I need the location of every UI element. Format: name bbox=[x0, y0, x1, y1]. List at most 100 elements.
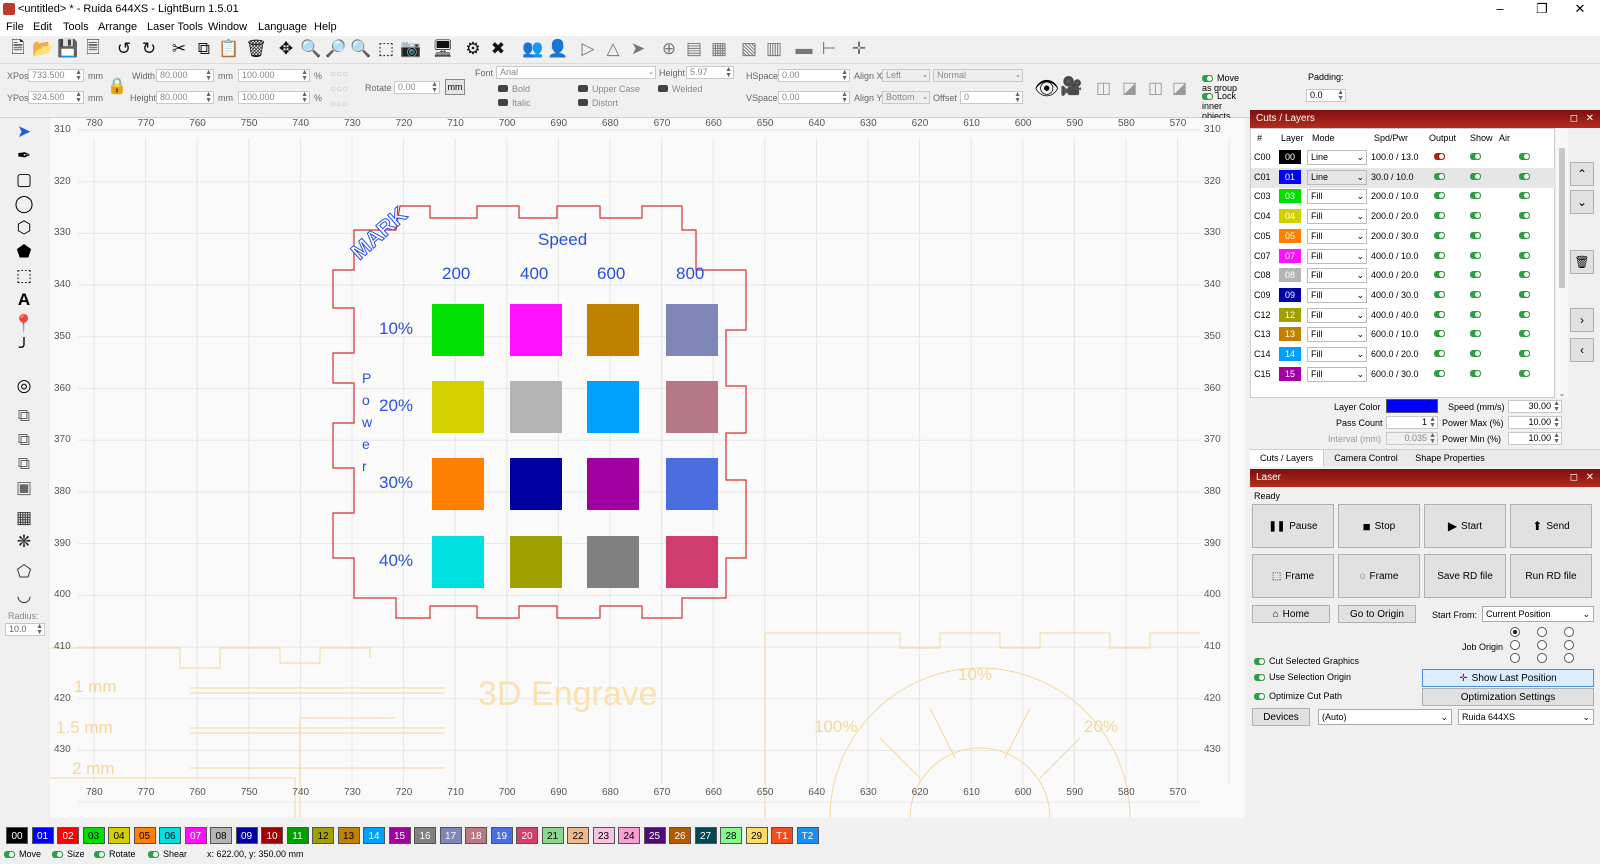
power-max-input[interactable]: 10.00 ▲ ▼ bbox=[1508, 416, 1562, 429]
layer-swatch-22[interactable]: 22 bbox=[567, 827, 589, 844]
design-canvas[interactable]: 780 770 760 750 740 730 720 710 700 690 680 670 660 6… bbox=[50, 118, 1245, 818]
power-min-input[interactable]: 10.00 ▲ ▼ bbox=[1508, 432, 1562, 445]
output-toggle[interactable] bbox=[1434, 330, 1445, 338]
padding-input[interactable]: 0.0 ▲ ▼ bbox=[1306, 89, 1346, 102]
cut-layer-row[interactable]: C15 15 Fill ⌄ 600.0 / 30.0 bbox=[1251, 365, 1556, 385]
zoom-out-icon[interactable]: 🔍 bbox=[350, 38, 372, 60]
layer-swatch-26[interactable]: 26 bbox=[669, 827, 691, 844]
frame-icon[interactable]: ⬚ bbox=[11, 264, 37, 288]
show-toggle[interactable] bbox=[1470, 231, 1481, 239]
monitor-icon[interactable]: 🖥 bbox=[432, 38, 454, 60]
stop-button[interactable]: ■ Stop bbox=[1338, 504, 1420, 548]
select-arrow-icon[interactable]: ➤ bbox=[11, 120, 37, 144]
show-toggle[interactable] bbox=[1470, 271, 1481, 279]
align-top-icon[interactable]: ▤ bbox=[683, 38, 705, 60]
layer-mode-select[interactable]: Fill ⌄ bbox=[1307, 327, 1367, 343]
test-square[interactable] bbox=[510, 304, 562, 356]
layer-swatch-21[interactable]: 21 bbox=[541, 827, 564, 844]
center-page-icon[interactable]: ✛ bbox=[848, 38, 870, 60]
tab-cuts-layers[interactable]: Cuts / Layers bbox=[1250, 450, 1324, 467]
font-select[interactable]: Arial ⌄ bbox=[496, 66, 656, 79]
node-edit-icon[interactable]: ⬠ bbox=[11, 560, 37, 584]
test-square[interactable] bbox=[432, 381, 484, 433]
settings-gear-icon[interactable]: ⚙ bbox=[462, 38, 484, 60]
show-toggle[interactable] bbox=[1470, 369, 1481, 377]
italic-checkbox[interactable]: Italic bbox=[498, 98, 531, 108]
test-square[interactable] bbox=[666, 536, 718, 588]
air-toggle[interactable] bbox=[1519, 153, 1530, 160]
show-toggle[interactable] bbox=[1470, 290, 1481, 298]
frame-rect-button[interactable]: ⬚ Frame bbox=[1252, 554, 1334, 598]
ellipse-icon[interactable]: ◯ bbox=[11, 192, 37, 216]
test-square[interactable] bbox=[587, 536, 639, 588]
radius-input[interactable]: 10.0 ▲ ▼ bbox=[5, 623, 45, 636]
text-icon[interactable]: A bbox=[11, 288, 37, 312]
optimize-cut-path-toggle[interactable]: Optimize Cut Path bbox=[1254, 691, 1342, 701]
import-icon[interactable]: 🗏 bbox=[82, 38, 104, 60]
air-toggle[interactable] bbox=[1519, 212, 1530, 220]
layer-swatch-T1[interactable]: T1 bbox=[771, 827, 793, 844]
move-as-group-toggle[interactable]: Move as group bbox=[1202, 73, 1250, 93]
output-toggle[interactable] bbox=[1434, 172, 1445, 180]
offset-icon[interactable]: ◎ bbox=[11, 374, 37, 398]
interval-input[interactable]: 0.035 ▲ ▼ bbox=[1386, 432, 1438, 445]
air-toggle[interactable] bbox=[1519, 369, 1530, 377]
layer-mode-select[interactable]: Fill ⌄ bbox=[1307, 209, 1367, 225]
device-select[interactable]: Ruida 644XS ⌄ bbox=[1458, 709, 1594, 725]
copy-icon[interactable]: ⧉ bbox=[193, 38, 215, 60]
height-input[interactable]: 80.000 ▲ ▼ bbox=[156, 91, 214, 104]
align-x-select[interactable]: Left ⌄ bbox=[882, 69, 930, 82]
lock-icon[interactable]: 🔒 bbox=[107, 76, 127, 96]
layer-swatch-27[interactable]: 27 bbox=[694, 827, 717, 844]
menu-window[interactable]: Window bbox=[208, 21, 247, 33]
cut-layer-row[interactable]: C05 05 Fill ⌄ 200.0 / 30.0 bbox=[1251, 227, 1556, 247]
polygon-icon[interactable]: ⬡ bbox=[11, 216, 37, 240]
align-center-icon[interactable]: ⊕ bbox=[658, 38, 680, 60]
air-toggle[interactable] bbox=[1519, 271, 1530, 279]
layer-swatch-18[interactable]: 18 bbox=[465, 827, 487, 844]
layer-swatch-08[interactable]: 08 bbox=[210, 827, 232, 844]
test-square[interactable] bbox=[432, 304, 484, 356]
scale-width-input[interactable]: 100.000 ▲ ▼ bbox=[238, 69, 310, 82]
output-toggle[interactable] bbox=[1434, 212, 1445, 220]
test-square[interactable] bbox=[587, 381, 639, 433]
align-y-select[interactable]: Bottom ⌄ bbox=[882, 91, 930, 104]
ypos-input[interactable]: 324.500 ▲ ▼ bbox=[28, 91, 84, 104]
layer-swatch-07[interactable]: 07 bbox=[184, 827, 207, 844]
align-left-icon[interactable]: ⊢ bbox=[818, 38, 840, 60]
test-square[interactable] bbox=[587, 458, 639, 510]
position-pin-icon[interactable]: 📍 bbox=[11, 312, 37, 336]
paste-icon[interactable]: 📋 bbox=[218, 38, 240, 60]
camera-icon[interactable]: 📷 bbox=[400, 38, 422, 60]
layer-swatch-19[interactable]: 19 bbox=[490, 827, 513, 844]
offset-input[interactable]: 0 ▲ ▼ bbox=[960, 91, 1023, 104]
layer-swatch-17[interactable]: 17 bbox=[439, 827, 462, 844]
expand-right-icon[interactable]: › bbox=[1570, 308, 1594, 332]
scale-height-input[interactable]: 100.000 ▲ ▼ bbox=[238, 91, 310, 104]
dock-icon[interactable]: ▬ bbox=[793, 38, 815, 60]
use-selection-origin-toggle[interactable]: Use Selection Origin bbox=[1254, 672, 1351, 682]
bold-checkbox[interactable]: Bold bbox=[498, 84, 530, 94]
zoom-selection-icon[interactable]: ⬚ bbox=[375, 38, 397, 60]
cut-layer-row[interactable]: C14 14 Fill ⌄ 600.0 / 20.0 bbox=[1251, 345, 1556, 365]
layer-swatch-20[interactable]: 20 bbox=[516, 827, 538, 844]
layer-swatch-12[interactable]: 12 bbox=[312, 827, 334, 844]
show-toggle[interactable] bbox=[1470, 310, 1481, 318]
optimization-settings-button[interactable]: Optimization Settings bbox=[1422, 688, 1594, 706]
go-to-origin-button[interactable]: Go to Origin bbox=[1338, 605, 1416, 623]
output-toggle[interactable] bbox=[1434, 310, 1445, 318]
air-toggle[interactable] bbox=[1519, 172, 1530, 180]
run-rd-file-button[interactable]: Run RD file bbox=[1510, 554, 1592, 598]
tools-icon[interactable]: ✖ bbox=[487, 38, 509, 60]
move-icon[interactable]: ✥ bbox=[275, 38, 297, 60]
cut-layer-row[interactable]: C13 13 Fill ⌄ 600.0 / 10.0 bbox=[1251, 325, 1556, 345]
output-toggle[interactable] bbox=[1434, 231, 1445, 239]
test-square[interactable] bbox=[666, 304, 718, 356]
job-origin-radio[interactable] bbox=[1510, 640, 1520, 650]
air-toggle[interactable] bbox=[1519, 231, 1530, 239]
menu-file[interactable]: File bbox=[6, 21, 24, 33]
save-rd-file-button[interactable]: Save RD file bbox=[1424, 554, 1506, 598]
job-origin-radio[interactable] bbox=[1537, 653, 1547, 663]
layer-swatch-03[interactable]: 03 bbox=[82, 827, 105, 844]
air-toggle[interactable] bbox=[1519, 192, 1530, 200]
